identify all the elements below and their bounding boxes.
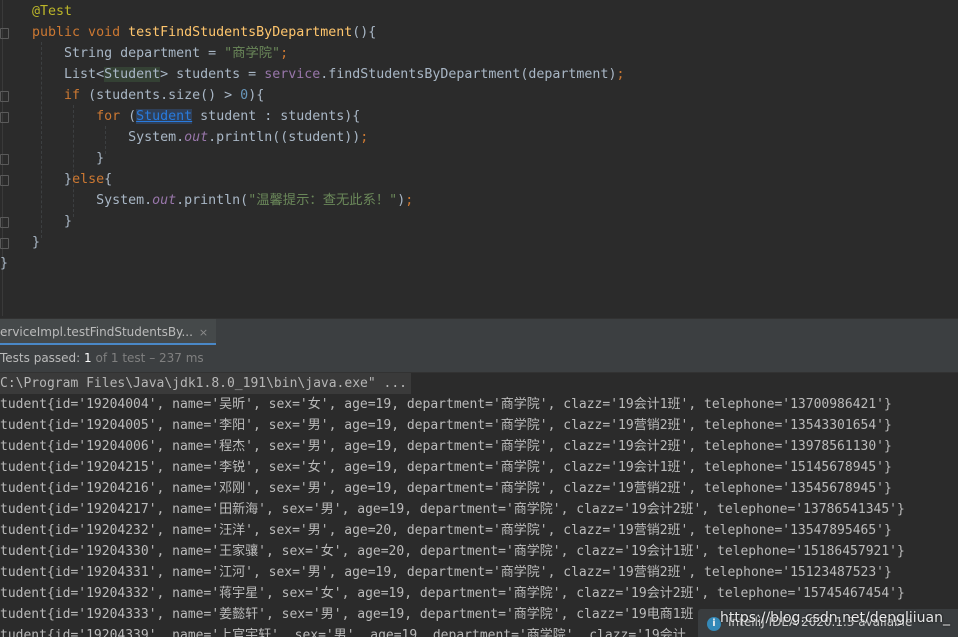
code-token: .println((student)) (208, 130, 361, 145)
code-token: } (0, 151, 105, 166)
code-token: ( (120, 109, 137, 124)
command-line[interactable]: C:\Program Files\Java\jdk1.8.0_191\bin\j… (0, 373, 411, 394)
console-line: tudent{id='19204339', name='上官宇轩', sex='… (0, 628, 686, 637)
code-line[interactable]: System.out.println((student)); (0, 127, 368, 148)
status-of: of 1 test (91, 351, 146, 365)
console-output[interactable]: C:\Program Files\Java\jdk1.8.0_191\bin\j… (0, 373, 958, 637)
code-line[interactable]: } (0, 253, 8, 274)
code-line[interactable]: } (0, 148, 104, 169)
code-token: } (0, 235, 41, 250)
code-token: } (0, 172, 73, 187)
code-token: ; (360, 130, 369, 145)
code-token: out (152, 193, 177, 208)
code-token: } (0, 214, 73, 229)
code-token: System. (0, 193, 153, 208)
code-line[interactable]: System.out.println("温馨提示：查无此系！"); (0, 190, 413, 211)
code-line[interactable]: if (students.size() > 0){ (0, 85, 264, 106)
code-line[interactable]: } (0, 211, 72, 232)
status-time: 237 ms (159, 351, 204, 365)
code-line[interactable]: for (Student student : students){ (0, 106, 360, 127)
console-line: tudent{id='19204004', name='吴昕', sex='女'… (0, 397, 892, 412)
console-line: tudent{id='19204217', name='田新海', sex='男… (0, 502, 905, 517)
run-tab-bar: erviceImpl.testFindStudentsBy... × (0, 318, 958, 346)
code-token: "商学院" (224, 46, 281, 61)
console-line: tudent{id='19204006', name='程杰', sex='男'… (0, 439, 892, 454)
console-line: tudent{id='19204331', name='江河', sex='男'… (0, 565, 892, 580)
code-token: ) (397, 193, 406, 208)
watermark: https://blog.csdn.net/dengliiuan_ (720, 610, 951, 626)
code-token: Student (136, 109, 193, 124)
code-line[interactable]: }else{ (0, 169, 112, 190)
console-line: tudent{id='19204215', name='李锐', sex='女'… (0, 460, 892, 475)
console-line: tudent{id='19204332', name='蒋宇星', sex='女… (0, 586, 905, 601)
code-token: List< (0, 67, 105, 82)
code-token: if (64, 88, 81, 103)
code-token: .println( (176, 193, 249, 208)
code-token: String department = (0, 46, 225, 61)
code-token: ; (280, 46, 289, 61)
close-icon[interactable]: × (199, 326, 208, 339)
console-line: tudent{id='19204005', name='李阳', sex='男'… (0, 418, 892, 433)
code-token: 0 (240, 88, 249, 103)
code-token: (students.size() > (80, 88, 241, 103)
status-prefix: Tests passed: (0, 351, 85, 365)
code-token: service (264, 67, 321, 82)
code-token: student : students){ (192, 109, 361, 124)
code-token: @Test (0, 4, 73, 19)
code-token: ; (616, 67, 625, 82)
code-token: ; (405, 193, 414, 208)
console-line: tudent{id='19204216', name='邓刚', sex='男'… (0, 481, 892, 496)
console-line: tudent{id='19204333', name='姜懿轩', sex='男… (0, 607, 694, 622)
code-token: testFindStudentsByDepartment (128, 25, 353, 40)
code-token: out (184, 130, 209, 145)
code-token: > students = (160, 67, 265, 82)
console-line: tudent{id='19204330', name='王家骧', sex='女… (0, 544, 905, 559)
console-line: tudent{id='19204232', name='汪洋', sex='男'… (0, 523, 892, 538)
code-token: System. (0, 130, 185, 145)
code-line[interactable]: String department = "商学院"; (0, 43, 288, 64)
code-token: for (96, 109, 121, 124)
code-line[interactable]: } (0, 232, 40, 253)
code-editor[interactable]: @Test public void testFindStudentsByDepa… (0, 0, 958, 316)
status-separator: – (145, 351, 160, 365)
code-token: (){ (352, 25, 377, 40)
code-line[interactable]: List<Student> students = service.findStu… (0, 64, 624, 85)
code-token: ){ (248, 88, 265, 103)
tab-run-configuration[interactable]: erviceImpl.testFindStudentsBy... × (0, 319, 217, 345)
test-status-bar: Tests passed: 1 of 1 test – 237 ms (0, 345, 958, 373)
code-line[interactable]: @Test (0, 1, 72, 22)
code-line[interactable]: public void testFindStudentsByDepartment… (0, 22, 376, 43)
code-token: "温馨提示：查无此系！" (248, 193, 398, 208)
code-token: public void (0, 25, 129, 40)
code-token: else (72, 172, 105, 187)
status-passed-count: 1 (84, 351, 92, 365)
code-token: } (0, 256, 9, 271)
info-icon: i (707, 617, 721, 631)
tab-label: erviceImpl.testFindStudentsBy... (0, 325, 193, 339)
code-token: { (104, 172, 113, 187)
code-token: Student (104, 67, 161, 82)
code-token: .findStudentsByDepartment(department) (320, 67, 617, 82)
